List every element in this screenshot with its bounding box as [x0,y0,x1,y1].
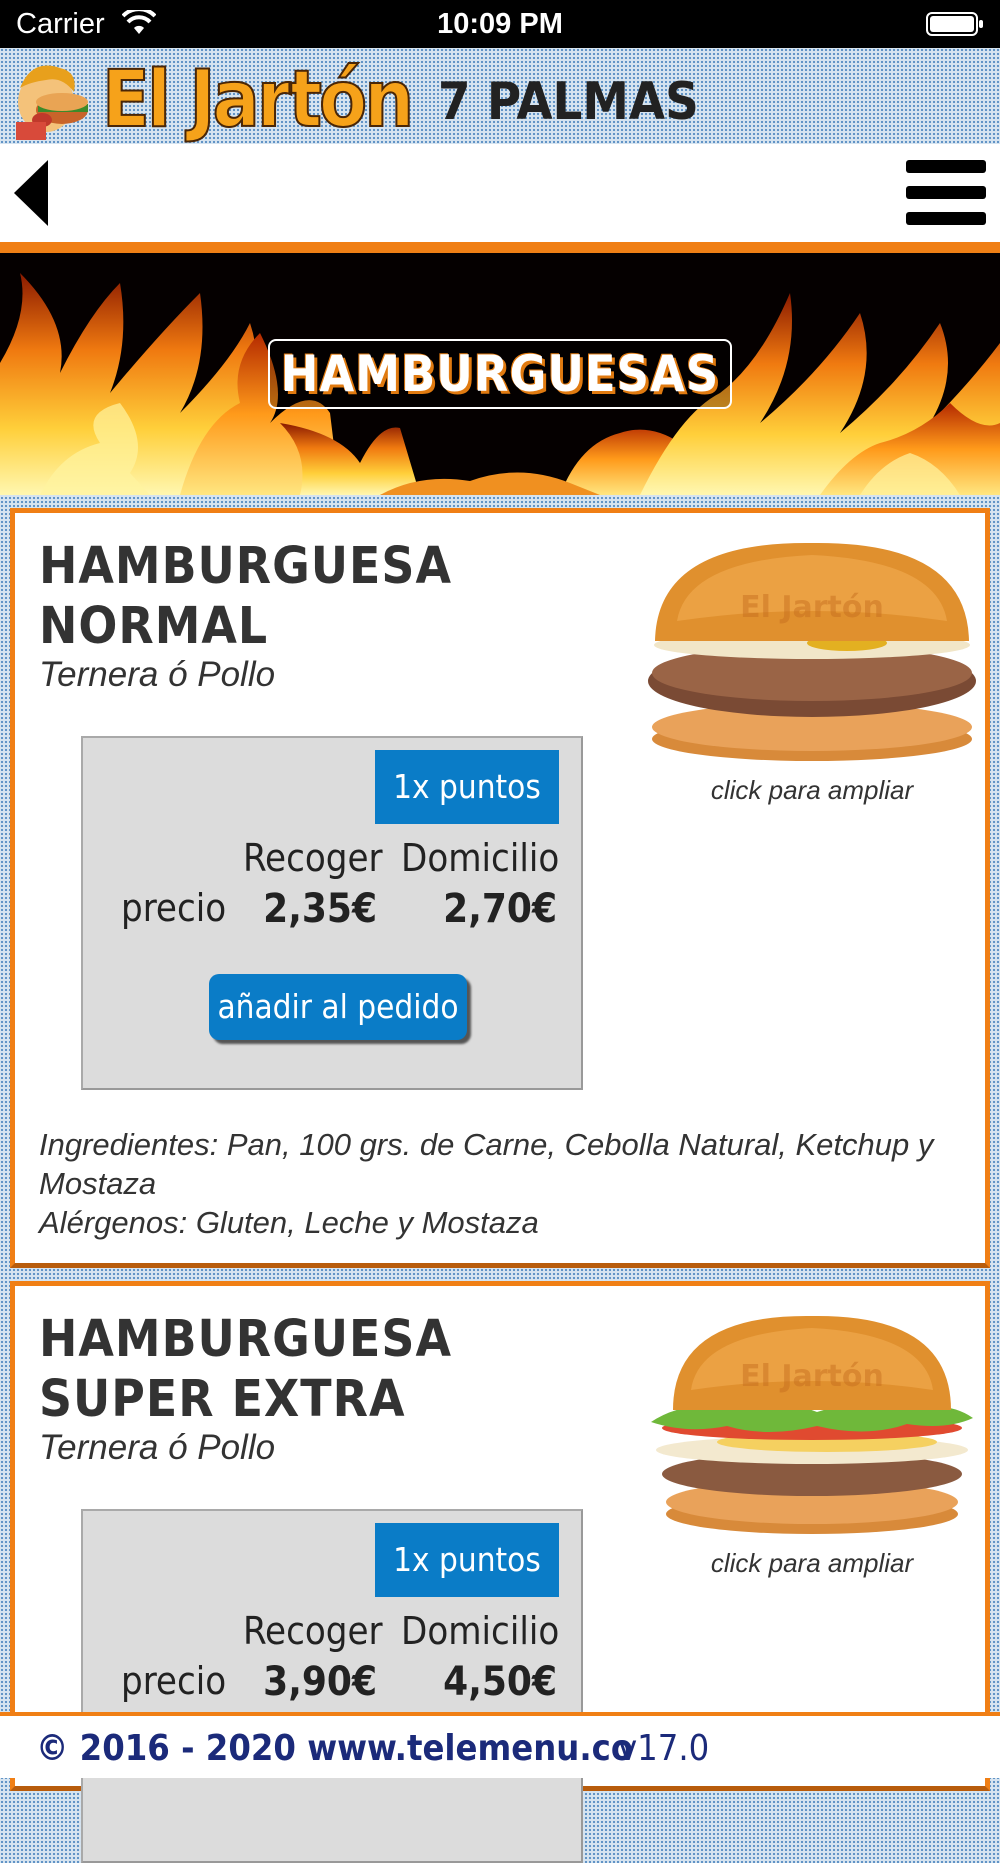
allergens-text: Alérgenos: Gluten, Leche y Mostaza [39,1205,539,1240]
zoom-hint: click para ampliar [710,775,914,805]
clock: 10:09 PM [437,8,563,40]
zoom-hint: click para ampliar [710,1548,914,1578]
add-to-order-button[interactable]: añadir al pedido [209,974,467,1040]
price-box: 1x puntos Recoger Domicilio precio 2,35€… [81,736,583,1090]
back-icon[interactable] [12,158,50,228]
pickup-header: Recoger [243,1609,383,1653]
category-banner: HAMBURGUESAS [0,253,1000,495]
app-version: v17.0 [618,1728,710,1769]
brand-logo-text: El Jartón [101,54,415,146]
status-bar: Carrier 10:09 PM [0,0,1000,48]
product-card: HAMBURGUESA NORMAL Ternera ó Pollo El Ja… [10,508,990,1268]
price-box: 1x puntos Recoger Domicilio precio 3,90€… [81,1509,583,1863]
delivery-price: 4,50€ [443,1659,557,1705]
delivery-header: Domicilio [401,836,560,880]
pickup-price: 3,90€ [263,1659,377,1705]
battery-icon [926,12,983,36]
ingredients-text: Ingredientes: Pan, 100 grs. de Carne, Ce… [39,1127,934,1201]
burger-image[interactable]: El Jartón [647,541,977,763]
category-title: HAMBURGUESAS [268,339,732,409]
mascot-logo [16,65,88,140]
pickup-price: 2,35€ [263,886,377,932]
copyright-link[interactable]: © 2016 - 2020 www.telemenu.co [36,1728,633,1769]
svg-text:El Jartón: El Jartón [740,1359,884,1394]
product-subtitle: Ternera ó Pollo [39,1428,276,1467]
product-name: HAMBURGUESA SUPER EXTRA [39,1310,452,1429]
svg-text:El Jartón: El Jartón [740,590,884,625]
footer: © 2016 - 2020 www.telemenu.co v17.0 [0,1712,1000,1778]
delivery-header: Domicilio [401,1609,560,1653]
nav-bar [0,144,1000,253]
delivery-price: 2,70€ [443,886,557,932]
price-label: precio [121,886,227,930]
burger-image[interactable]: El Jartón [647,1314,977,1536]
menu-icon[interactable] [906,158,986,228]
product-description: Ingredientes: Pan, 100 grs. de Carne, Ce… [39,1125,969,1242]
product-name: HAMBURGUESA NORMAL [39,537,452,656]
brand-bar: El Jartón 7 PALMAS [0,48,1000,146]
points-badge: 1x puntos [375,1523,559,1597]
points-badge: 1x puntos [375,750,559,824]
restaurant-location: 7 PALMAS [438,72,699,132]
product-subtitle: Ternera ó Pollo [39,655,276,694]
pickup-header: Recoger [243,836,383,880]
price-label: precio [121,1659,227,1703]
